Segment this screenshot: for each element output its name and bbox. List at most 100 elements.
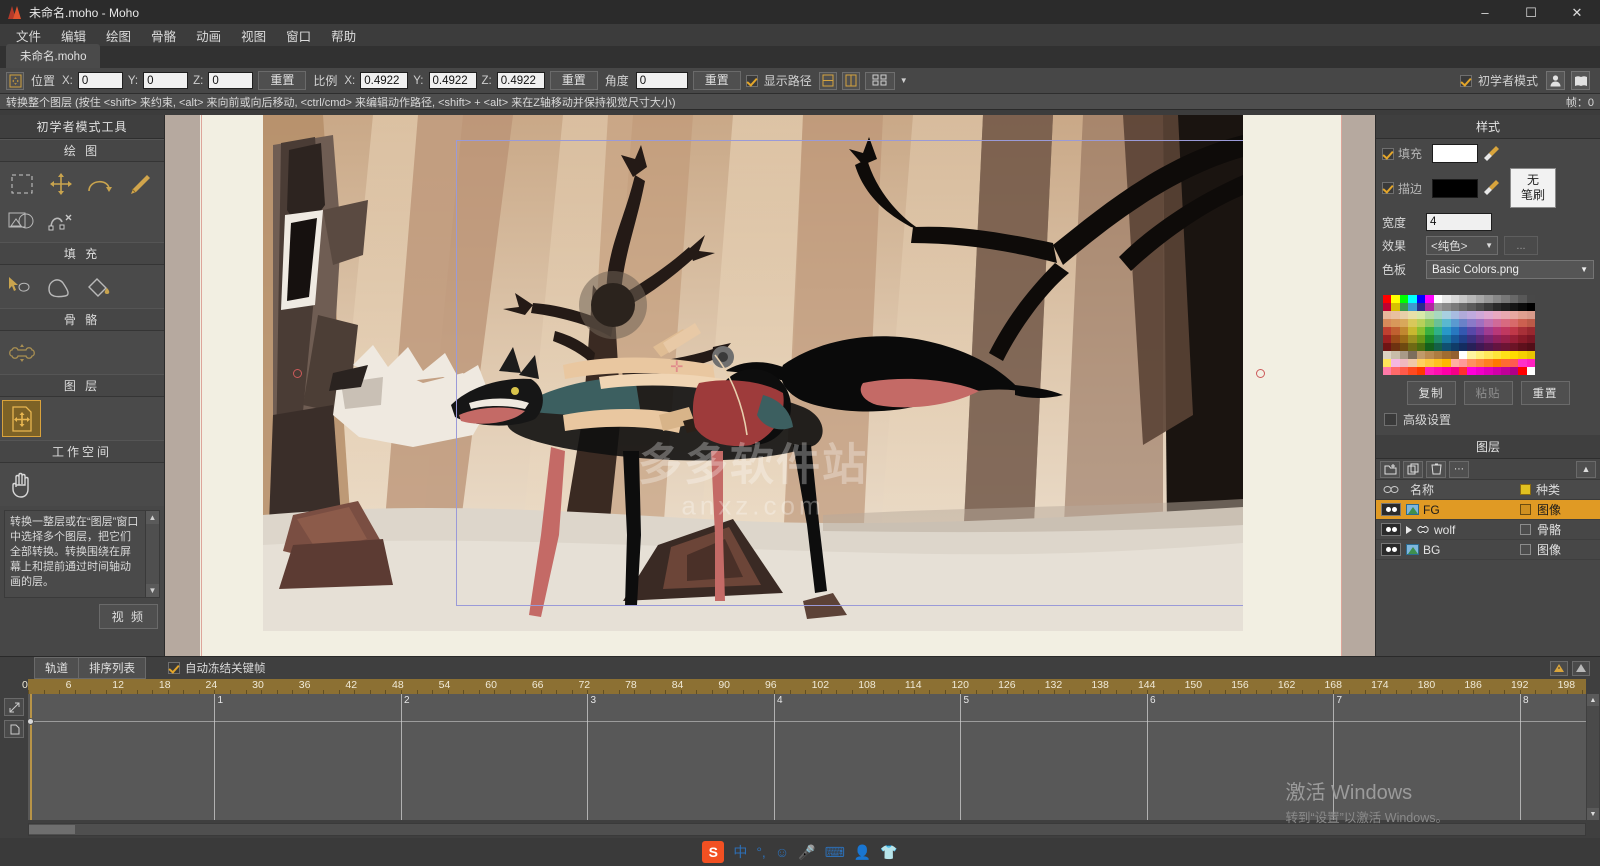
no-brush-button[interactable]: 无 笔刷 <box>1510 168 1556 208</box>
palette-swatch[interactable] <box>1425 351 1433 359</box>
palette-swatch[interactable] <box>1501 311 1509 319</box>
menu-draw[interactable]: 绘图 <box>96 24 141 47</box>
fill-color-swatch[interactable] <box>1432 144 1478 163</box>
user-icon[interactable]: 👤 <box>854 844 871 861</box>
select-rect-tool[interactable] <box>2 165 41 202</box>
palette-swatch[interactable] <box>1476 327 1484 335</box>
palette-swatch[interactable] <box>1493 311 1501 319</box>
palette-swatch[interactable] <box>1518 367 1526 375</box>
palette-swatch[interactable] <box>1527 327 1535 335</box>
flip-horizontal-icon[interactable] <box>819 72 837 90</box>
palette-swatch[interactable] <box>1400 303 1408 311</box>
palette-swatch[interactable] <box>1459 319 1467 327</box>
palette-swatch[interactable] <box>1527 367 1535 375</box>
palette-swatch[interactable] <box>1383 327 1391 335</box>
menu-window[interactable]: 窗口 <box>276 24 321 47</box>
palette-swatch[interactable] <box>1400 335 1408 343</box>
palette-swatch[interactable] <box>1408 327 1416 335</box>
create-shape-tool[interactable] <box>41 268 80 305</box>
table-row[interactable]: BG图像 <box>1376 540 1600 560</box>
palette-swatch[interactable] <box>1442 295 1450 303</box>
palette-swatch[interactable] <box>1493 343 1501 351</box>
new-layer-button[interactable] <box>1380 461 1400 478</box>
palette-swatch[interactable] <box>1408 319 1416 327</box>
palette-swatch[interactable] <box>1451 319 1459 327</box>
palette-swatch[interactable] <box>1425 295 1433 303</box>
palette-swatch[interactable] <box>1527 295 1535 303</box>
palette-swatch[interactable] <box>1391 295 1399 303</box>
palette-swatch[interactable] <box>1467 319 1475 327</box>
palette-swatch[interactable] <box>1484 303 1492 311</box>
timeline-scroll-thumb[interactable] <box>29 825 75 834</box>
show-path-checkbox[interactable]: 显示路径 <box>746 72 814 89</box>
palette-copy-button[interactable]: 复制 <box>1407 381 1456 405</box>
menu-help[interactable]: 帮助 <box>321 24 366 47</box>
palette-swatch[interactable] <box>1493 295 1501 303</box>
palette-swatch[interactable] <box>1467 367 1475 375</box>
palette-swatch[interactable] <box>1400 343 1408 351</box>
palette-swatch[interactable] <box>1451 351 1459 359</box>
palette-swatch[interactable] <box>1459 335 1467 343</box>
palette-swatch[interactable] <box>1501 319 1509 327</box>
palette-swatch[interactable] <box>1383 311 1391 319</box>
tool-hint-scrollbar[interactable]: ▲ ▼ <box>145 511 159 597</box>
timeline-scroll-down-icon[interactable]: ▼ <box>1587 808 1599 820</box>
palette-swatch[interactable] <box>1459 311 1467 319</box>
hint-scroll-down-icon[interactable]: ▼ <box>146 584 159 597</box>
palette-swatch[interactable] <box>1527 303 1535 311</box>
palette-swatch[interactable] <box>1408 311 1416 319</box>
layer-visibility-toggle[interactable] <box>1376 543 1406 556</box>
layer-options-button[interactable]: ⋯ <box>1449 461 1469 478</box>
transform-points-tool[interactable] <box>41 165 80 202</box>
palette-swatch[interactable] <box>1451 311 1459 319</box>
palette-swatch[interactable] <box>1417 327 1425 335</box>
palette-swatch[interactable] <box>1467 295 1475 303</box>
palette-swatch[interactable] <box>1493 359 1501 367</box>
angle-input[interactable] <box>636 72 688 89</box>
palette-swatch[interactable] <box>1459 343 1467 351</box>
palette-swatch[interactable] <box>1518 327 1526 335</box>
user-account-icon[interactable] <box>1546 71 1565 90</box>
palette-swatch[interactable] <box>1391 343 1399 351</box>
auto-freeze-checkbox[interactable]: 自动冻结关键帧 <box>168 660 266 676</box>
tab-document[interactable]: 未命名.moho <box>6 44 100 68</box>
palette-swatch[interactable] <box>1476 303 1484 311</box>
collapse-layers-chevron-up-icon[interactable]: ▲ <box>1576 461 1596 478</box>
hint-scroll-up-icon[interactable]: ▲ <box>146 511 159 524</box>
palette-swatch[interactable] <box>1467 327 1475 335</box>
palette-swatch[interactable] <box>1442 303 1450 311</box>
fill-checkbox[interactable]: 填充 <box>1382 145 1426 162</box>
pos-z-input[interactable] <box>208 72 253 89</box>
stroke-checkbox[interactable]: 描边 <box>1382 180 1426 197</box>
timeline-scroll-up-icon[interactable]: ▲ <box>1587 694 1599 706</box>
palette-swatch[interactable] <box>1442 311 1450 319</box>
palette-swatch[interactable] <box>1501 327 1509 335</box>
palette-swatch[interactable] <box>1400 359 1408 367</box>
palette-swatch[interactable] <box>1417 335 1425 343</box>
palette-swatch[interactable] <box>1391 351 1399 359</box>
palette-swatch[interactable] <box>1484 319 1492 327</box>
bone-tool[interactable] <box>2 334 41 371</box>
palette-swatch[interactable] <box>1434 295 1442 303</box>
palette-swatch[interactable] <box>1408 335 1416 343</box>
palette-swatch[interactable] <box>1476 351 1484 359</box>
palette-swatch[interactable] <box>1484 335 1492 343</box>
palette-swatch[interactable] <box>1408 367 1416 375</box>
palette-swatch[interactable] <box>1451 359 1459 367</box>
effect-dropdown[interactable]: <纯色> ▼ <box>1426 236 1498 255</box>
palette-swatch[interactable] <box>1501 367 1509 375</box>
beginner-mode-checkbox[interactable]: 初学者模式 <box>1460 72 1540 89</box>
palette-swatch[interactable] <box>1383 367 1391 375</box>
palette-swatch[interactable] <box>1518 311 1526 319</box>
palette-swatch[interactable] <box>1518 343 1526 351</box>
palette-swatch[interactable] <box>1451 303 1459 311</box>
palette-swatch[interactable] <box>1391 311 1399 319</box>
menu-animation[interactable]: 动画 <box>186 24 231 47</box>
palette-swatch[interactable] <box>1408 359 1416 367</box>
palette-swatch[interactable] <box>1484 311 1492 319</box>
color-palette-grid[interactable] <box>1383 295 1535 375</box>
palette-swatch[interactable] <box>1417 311 1425 319</box>
palette-swatch[interactable] <box>1417 319 1425 327</box>
stroke-eyedropper-icon[interactable] <box>1484 179 1500 197</box>
palette-swatch[interactable] <box>1417 295 1425 303</box>
